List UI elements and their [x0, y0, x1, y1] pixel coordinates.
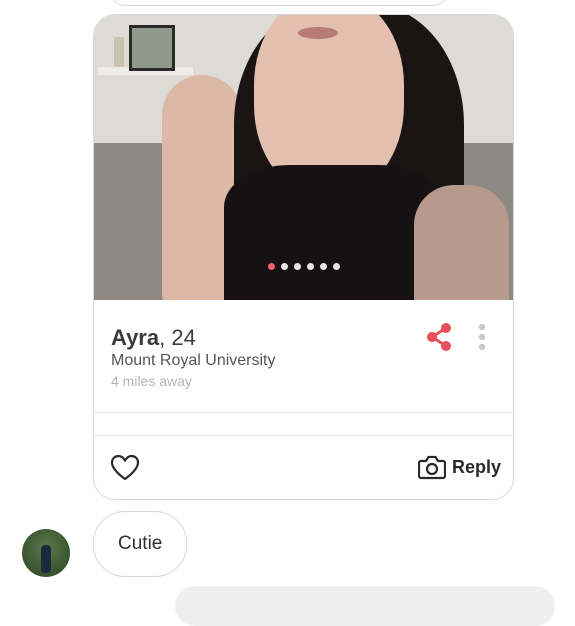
profile-school: Mount Royal University: [111, 352, 276, 369]
profile-name-age: Ayra, 24: [111, 325, 196, 351]
profile-info: Ayra, 24 Mount Royal University 4 miles …: [94, 300, 513, 413]
previous-message-bubble: [108, 0, 450, 6]
photo-clothing: [224, 165, 444, 300]
camera-icon: [417, 455, 446, 480]
photo-dot[interactable]: [293, 263, 301, 270]
avatar-figure: [41, 545, 51, 573]
share-icon[interactable]: [424, 322, 454, 352]
card-divider: [94, 413, 513, 436]
reply-label: Reply: [451, 456, 501, 477]
profile-card[interactable]: Ayra, 24 Mount Royal University 4 miles …: [93, 14, 514, 500]
photo-tattooed-arm: [414, 185, 509, 300]
profile-name: Ayra: [111, 325, 160, 350]
next-message-bubble: [175, 586, 555, 626]
card-actions: Reply: [94, 436, 513, 499]
photo-dot[interactable]: [319, 263, 327, 270]
profile-age: , 24: [159, 325, 196, 350]
photo-dot[interactable]: [280, 263, 288, 270]
photo-dot[interactable]: [267, 263, 275, 270]
photo-lips: [298, 27, 338, 39]
heart-icon[interactable]: [110, 454, 140, 482]
photo-dot[interactable]: [306, 263, 314, 270]
sender-avatar[interactable]: [22, 529, 70, 577]
photo-dot[interactable]: [332, 263, 340, 270]
photo-picture-frame: [129, 25, 175, 71]
profile-photo[interactable]: [94, 15, 513, 300]
reply-button[interactable]: Reply: [417, 454, 501, 480]
photo-pagination-dots: [94, 263, 513, 270]
message-text: Cutie: [118, 533, 163, 554]
profile-distance: 4 miles away: [111, 373, 192, 389]
message-bubble[interactable]: Cutie: [93, 511, 188, 577]
photo-bottle: [114, 37, 124, 67]
more-vertical-icon[interactable]: [477, 322, 487, 352]
